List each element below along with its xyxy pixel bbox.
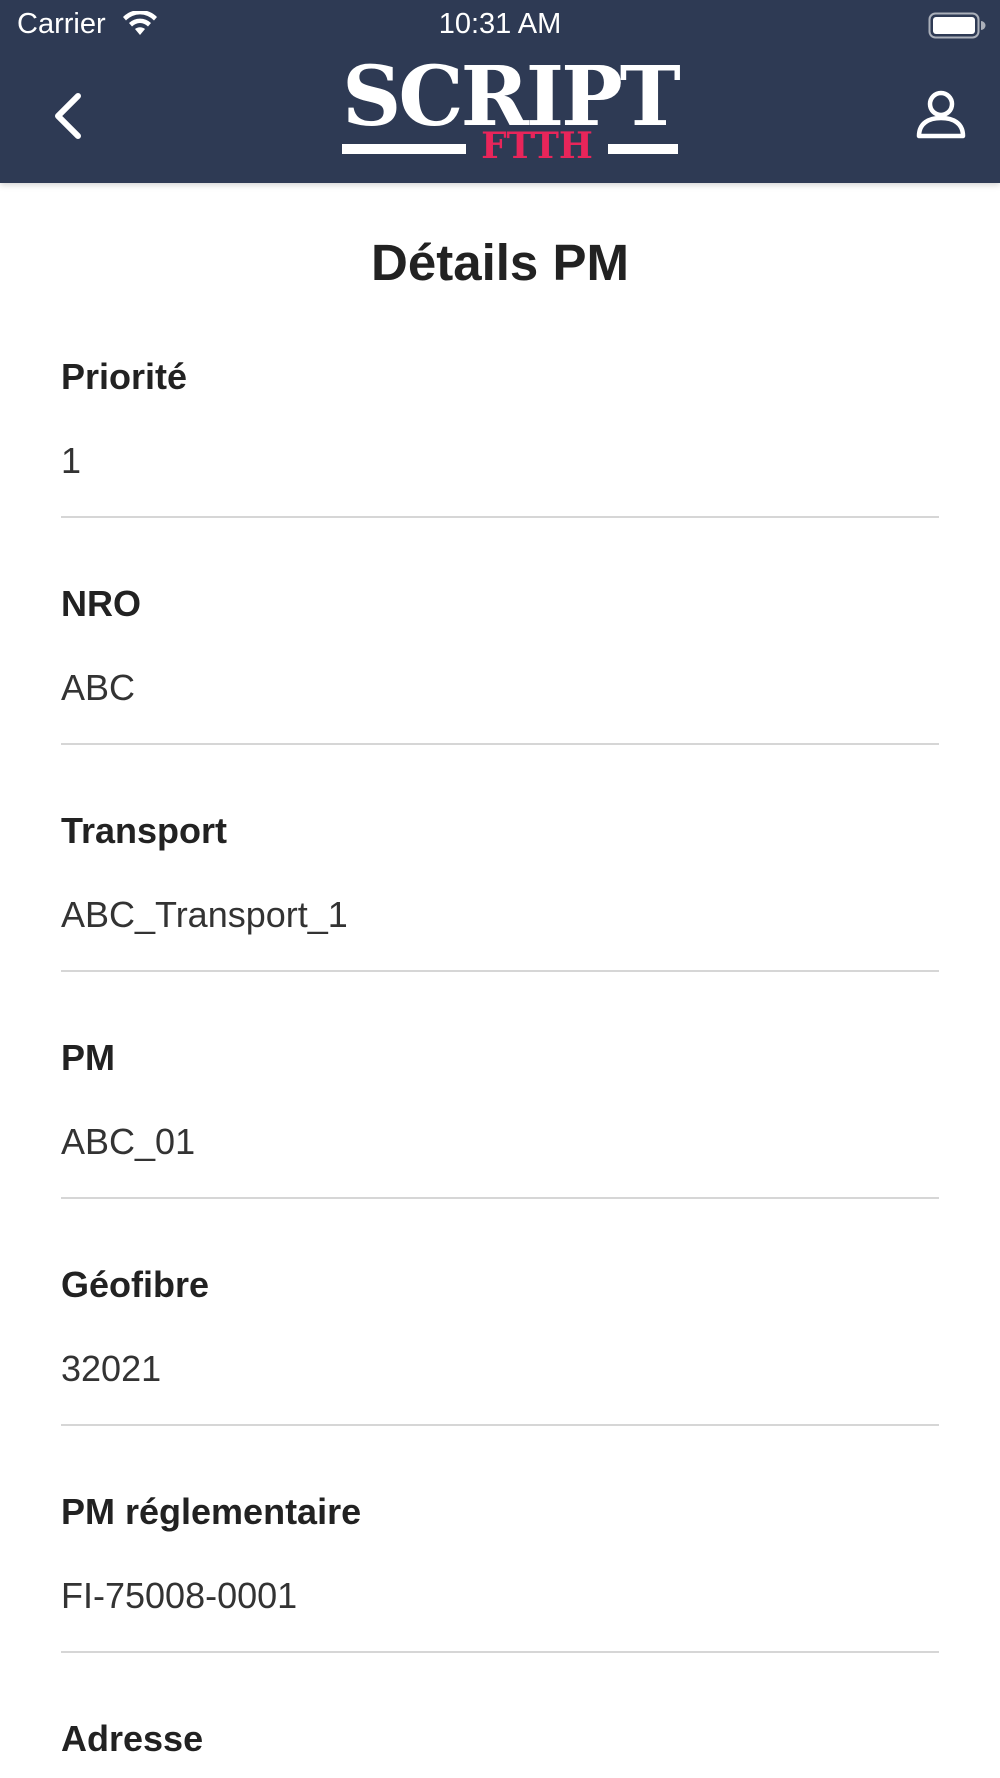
- field-label: Transport: [61, 810, 228, 851]
- clock: 10:31 AM: [438, 8, 562, 40]
- field-value: ABC: [61, 667, 136, 708]
- field-label: PM réglementaire: [61, 1491, 362, 1532]
- logo-underline-right: [608, 144, 678, 154]
- battery-icon: [928, 12, 986, 48]
- field-value: ABC_01: [61, 1121, 196, 1162]
- field-label: Géofibre: [61, 1264, 210, 1305]
- user-icon: [913, 90, 969, 148]
- chevron-left-icon: [46, 93, 90, 148]
- profile-button[interactable]: [913, 88, 969, 144]
- divider: [61, 1197, 939, 1199]
- field-value: 1: [61, 440, 82, 481]
- divider: [61, 743, 939, 745]
- field-value: FI-75008-0001: [61, 1575, 298, 1616]
- field-label: Adresse: [61, 1718, 204, 1759]
- logo-underline-left: [342, 144, 466, 154]
- field-value: 32021: [61, 1348, 162, 1389]
- app-logo: SCRIPT FTTH: [340, 56, 681, 167]
- logo-subtitle: FTTH: [481, 125, 593, 167]
- divider: [61, 1424, 939, 1426]
- divider: [61, 970, 939, 972]
- nav-bar: Carrier 10:31 AM SCRIPT FTTH: [0, 0, 1000, 183]
- divider: [61, 516, 939, 518]
- field-label: NRO: [61, 583, 141, 624]
- status-bar: Carrier 10:31 AM: [0, 0, 1000, 50]
- back-button[interactable]: [46, 88, 90, 144]
- field-value: ABC_Transport_1: [61, 894, 348, 935]
- field-label: Priorité: [61, 356, 188, 397]
- field-label: PM: [61, 1037, 115, 1078]
- divider: [61, 1651, 939, 1653]
- page-title: Détails PM: [371, 234, 629, 291]
